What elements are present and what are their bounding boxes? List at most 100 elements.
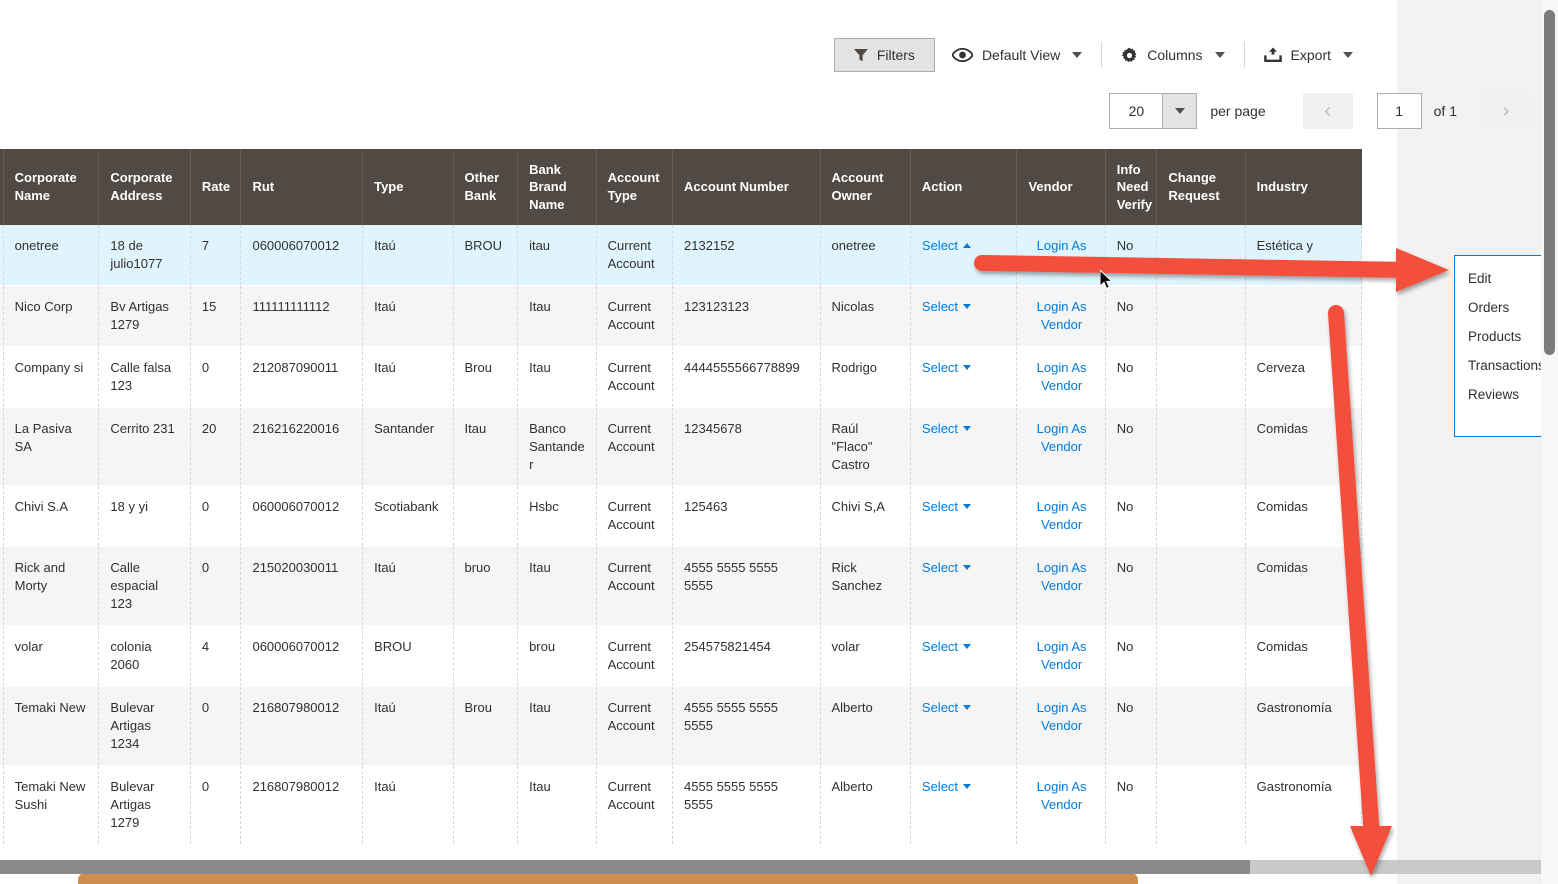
column-header-industry[interactable]: Industry bbox=[1245, 149, 1362, 225]
filters-button[interactable]: Filters bbox=[833, 38, 935, 72]
action-select-dropdown[interactable]: Select bbox=[922, 700, 972, 715]
action-select-label: Select bbox=[921, 499, 959, 515]
row-action-cell[interactable]: Select bbox=[910, 346, 1018, 408]
row-vendor-cell[interactable]: Login As Vendor bbox=[1016, 546, 1106, 627]
row-account-type-cell: Current Account bbox=[596, 765, 674, 845]
row-rut-cell: 216807980012 bbox=[240, 686, 364, 766]
action-select-dropdown[interactable]: Select bbox=[922, 238, 972, 253]
row-vendor-cell[interactable]: Login As Vendor bbox=[1016, 225, 1106, 286]
row-industry-cell: Estética y bbox=[1245, 225, 1362, 286]
row-rate-cell: 20 bbox=[190, 407, 242, 487]
columns-dropdown[interactable]: Columns bbox=[1104, 38, 1241, 72]
column-header-bank-brand-name[interactable]: Bank Brand Name bbox=[517, 149, 597, 225]
row-corporate-address-cell: Cerrito 231 bbox=[98, 407, 191, 487]
row-action-cell[interactable]: Select bbox=[910, 485, 1018, 548]
login-as-vendor-link[interactable]: Login As Vendor bbox=[1037, 360, 1087, 393]
action-select-label: Select bbox=[921, 420, 959, 436]
row-action-cell[interactable]: Select bbox=[910, 407, 1018, 487]
login-as-vendor-link[interactable]: Login As Vendor bbox=[1037, 779, 1087, 812]
table-row[interactable]: eoLa Pasiva SACerrito 23120216216220016S… bbox=[0, 407, 1362, 487]
row-vendor-cell[interactable]: Login As Vendor bbox=[1016, 285, 1106, 347]
row-action-cell[interactable]: Select bbox=[910, 546, 1018, 627]
column-header-account-owner[interactable]: Account Owner bbox=[820, 149, 911, 225]
login-as-vendor-link[interactable]: Login As Vendor bbox=[1037, 639, 1087, 672]
row-info-need-verify-cell: No bbox=[1105, 546, 1158, 627]
column-header-other-bank[interactable]: Other Bank bbox=[453, 149, 519, 225]
row-action-cell[interactable]: Select bbox=[910, 285, 1018, 347]
table-row[interactable]: dónTemaki NewBulevar Artigas 12340216807… bbox=[0, 686, 1362, 766]
column-header-corporate-name[interactable]: Corporate Name bbox=[3, 149, 100, 225]
horizontal-scrollbar-thumb[interactable] bbox=[0, 860, 1250, 874]
column-header-action[interactable]: Action bbox=[910, 149, 1018, 225]
column-header-rate[interactable]: Rate bbox=[190, 149, 242, 225]
per-page-label: per page bbox=[1210, 103, 1266, 119]
login-as-vendor-link[interactable]: Login As Vendor bbox=[1037, 299, 1087, 332]
row-info-need-verify-cell: No bbox=[1105, 485, 1158, 548]
row-account-number-cell: 4555 5555 5555 5555 bbox=[672, 686, 821, 766]
row-action-cell[interactable]: Select bbox=[910, 625, 1018, 687]
action-select-dropdown[interactable]: Select bbox=[922, 360, 972, 375]
row-account-number-cell: 12345678 bbox=[672, 407, 821, 487]
action-select-dropdown[interactable]: Select bbox=[921, 499, 972, 515]
row-account-owner-cell: Raúl "Flaco" Castro bbox=[820, 407, 911, 487]
login-as-vendor-link[interactable]: Login As Vendor bbox=[1037, 700, 1087, 733]
table-row[interactable]: troonetree18 de julio10777060006070012It… bbox=[0, 225, 1362, 286]
row-vendor-cell[interactable]: Login As Vendor bbox=[1016, 346, 1106, 408]
pagination-controls: 20 per page ‹ 1 of 1 › bbox=[1109, 93, 1531, 129]
row-industry-cell: Comidas bbox=[1245, 407, 1362, 487]
row-action-cell[interactable]: Select bbox=[910, 765, 1018, 845]
row-action-cell[interactable]: Select bbox=[910, 686, 1018, 766]
export-dropdown[interactable]: Export bbox=[1247, 38, 1370, 72]
row-corporate-name-cell: Company si bbox=[3, 346, 100, 408]
row-account-type-cell: Current Account bbox=[596, 407, 674, 487]
action-select-dropdown[interactable]: Select bbox=[921, 298, 972, 314]
table-row[interactable]: dónTemaki New SushiBulevar Artigas 12790… bbox=[0, 765, 1362, 845]
action-select-dropdown[interactable]: Select bbox=[922, 779, 972, 794]
table-row[interactable]: dónNico CorpBv Artigas 12791511111111111… bbox=[0, 285, 1362, 347]
action-select-dropdown[interactable]: Select bbox=[922, 560, 972, 575]
column-header-vendor[interactable]: Vendor bbox=[1016, 149, 1106, 225]
row-vendor-cell[interactable]: Login As Vendor bbox=[1016, 686, 1106, 766]
column-header-info-need-verify[interactable]: Info Need Verify bbox=[1105, 149, 1158, 225]
export-label: Export bbox=[1290, 47, 1331, 63]
column-header-corporate-address[interactable]: Corporate Address bbox=[98, 149, 191, 225]
column-header-type[interactable]: Type bbox=[362, 149, 454, 225]
row-info-need-verify-cell: No bbox=[1105, 625, 1158, 687]
toolbar-divider bbox=[1101, 42, 1103, 68]
row-type-cell: Itaú bbox=[362, 686, 454, 766]
grid-toolbar: Filters Default View Columns Export bbox=[0, 0, 1397, 86]
login-as-vendor-link[interactable]: Login As Vendor bbox=[1037, 499, 1087, 532]
row-vendor-cell[interactable]: Login As Vendor bbox=[1016, 765, 1106, 845]
table-row[interactable]: dónvolarcolonia 20604060006070012BROUbro… bbox=[0, 625, 1362, 687]
action-select-dropdown[interactable]: Select bbox=[921, 420, 972, 436]
login-as-vendor-link[interactable]: Login As Vendor bbox=[1037, 560, 1087, 593]
per-page-select[interactable]: 20 bbox=[1109, 93, 1198, 129]
column-header-rut[interactable]: Rut bbox=[240, 149, 364, 225]
action-select-dropdown[interactable]: Select bbox=[922, 639, 972, 654]
table-row[interactable]: troChivi S.A18 y yi0060006070012Scotiaba… bbox=[0, 485, 1362, 548]
column-header-account-type[interactable]: Account Type bbox=[596, 149, 674, 225]
vertical-scrollbar-thumb[interactable] bbox=[1544, 10, 1555, 355]
row-corporate-name-cell: onetree bbox=[3, 225, 100, 286]
row-vendor-cell[interactable]: Login As Vendor bbox=[1016, 485, 1106, 548]
login-as-vendor-link[interactable]: Login As Vendor bbox=[1037, 421, 1087, 454]
row-action-cell[interactable]: Select bbox=[910, 225, 1018, 286]
table-row[interactable]: rascoRick and MortyCalle espacial 123021… bbox=[0, 546, 1362, 627]
row-vendor-cell[interactable]: Login As Vendor bbox=[1016, 625, 1106, 687]
table-row[interactable]: rascoCompany siCalle falsa 1230212087090… bbox=[0, 346, 1362, 408]
row-vendor-cell[interactable]: Login As Vendor bbox=[1016, 407, 1106, 487]
login-as-vendor-link[interactable]: Login As Vendor bbox=[1037, 238, 1087, 271]
column-header-change-request[interactable]: Change Request bbox=[1156, 149, 1246, 225]
action-select-label: Select bbox=[921, 298, 959, 314]
current-page-input[interactable]: 1 bbox=[1376, 93, 1422, 129]
row-rate-cell: 7 bbox=[190, 225, 242, 286]
row-corporate-name-cell: Temaki New Sushi bbox=[3, 765, 100, 845]
next-page-button[interactable]: › bbox=[1481, 93, 1531, 129]
row-industry-cell: Gastronomía bbox=[1245, 765, 1362, 845]
row-corporate-address-cell: Calle espacial 123 bbox=[98, 546, 191, 627]
column-header-account-number[interactable]: Account Number bbox=[672, 149, 821, 225]
default-view-dropdown[interactable]: Default View bbox=[935, 38, 1099, 72]
row-corporate-name-cell: La Pasiva SA bbox=[3, 407, 100, 487]
per-page-caret[interactable] bbox=[1162, 94, 1197, 128]
previous-page-button[interactable]: ‹ bbox=[1302, 93, 1353, 129]
